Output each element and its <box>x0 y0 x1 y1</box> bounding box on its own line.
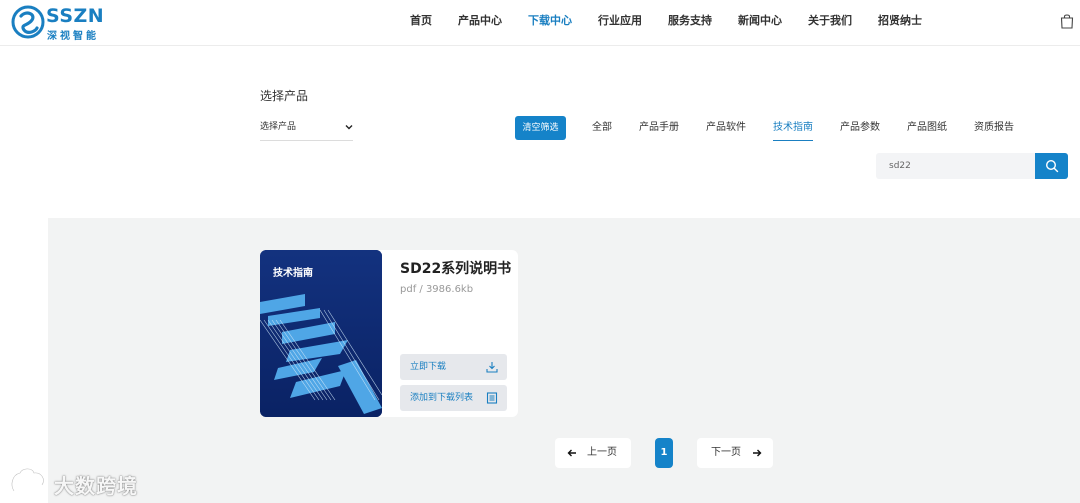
next-page-label: 下一页 <box>711 447 741 458</box>
tab-technical-guide[interactable]: 技术指南 <box>773 117 813 141</box>
product-select-value: 选择产品 <box>260 122 297 132</box>
nav-item-news[interactable]: 新闻中心 <box>738 0 782 46</box>
clear-filter-button[interactable]: 清空筛选 <box>515 116 566 140</box>
tab-product-software[interactable]: 产品软件 <box>706 117 746 141</box>
search-icon <box>1045 159 1059 173</box>
nav-item-careers[interactable]: 招贤纳士 <box>878 0 922 46</box>
category-tabs: 全部 产品手册 产品软件 技术指南 产品参数 产品图纸 资质报告 <box>592 117 1041 141</box>
product-select[interactable]: 选择产品 <box>260 116 353 141</box>
next-page-button[interactable]: 下一页 <box>697 438 773 468</box>
watermark-logo-icon <box>10 467 45 492</box>
tab-product-params[interactable]: 产品参数 <box>840 117 880 141</box>
download-now-label: 立即下载 <box>410 362 447 372</box>
brand-logo[interactable]: SSZN 深视智能 <box>10 4 110 42</box>
shopping-bag-icon[interactable] <box>1060 13 1074 29</box>
nav-item-industry[interactable]: 行业应用 <box>598 0 642 46</box>
search-button[interactable] <box>1035 153 1068 179</box>
brand-subtitle: 深视智能 <box>47 31 99 42</box>
prev-page-button[interactable]: 上一页 <box>555 438 631 468</box>
nav-item-about[interactable]: 关于我们 <box>808 0 852 46</box>
document-title[interactable]: SD22系列说明书 <box>400 258 511 278</box>
list-icon <box>486 392 498 404</box>
document-cover[interactable]: 技术指南 <box>260 250 382 417</box>
nav-item-downloads[interactable]: 下载中心 <box>528 0 572 46</box>
arrow-left-icon <box>567 449 576 457</box>
tab-product-manual[interactable]: 产品手册 <box>639 117 679 141</box>
brand-name: SSZN <box>46 5 105 27</box>
tab-all[interactable]: 全部 <box>592 117 612 141</box>
site-header: SSZN 深视智能 首页 产品中心 下载中心 行业应用 服务支持 新闻中心 关于… <box>0 0 1080 46</box>
arrow-right-icon <box>753 449 762 457</box>
watermark-text: 大数跨境 <box>54 474 138 498</box>
tab-qualification-reports[interactable]: 资质报告 <box>974 117 1014 141</box>
document-meta: pdf / 3986.6kb <box>400 284 474 295</box>
search-input[interactable]: sd22 <box>876 153 1036 179</box>
main-nav: 首页 产品中心 下载中心 行业应用 服务支持 新闻中心 关于我们 招贤纳士 <box>410 0 948 46</box>
download-icon <box>486 362 498 373</box>
document-card: 技术指南 SD22系列说明书 pdf / 3986.6kb 立即下载 添加到下载… <box>260 250 518 417</box>
nav-item-home[interactable]: 首页 <box>410 0 432 46</box>
nav-item-support[interactable]: 服务支持 <box>668 0 712 46</box>
download-now-button[interactable]: 立即下载 <box>400 354 507 380</box>
nav-item-products[interactable]: 产品中心 <box>458 0 502 46</box>
prev-page-label: 上一页 <box>587 447 617 458</box>
tab-product-drawings[interactable]: 产品图纸 <box>907 117 947 141</box>
brand-logo-icon <box>11 5 45 39</box>
product-select-title: 选择产品 <box>260 89 309 103</box>
cover-category-label: 技术指南 <box>273 268 313 279</box>
add-to-download-list-button[interactable]: 添加到下载列表 <box>400 385 507 411</box>
watermark: 大数跨境 <box>8 465 148 499</box>
page-number-current[interactable]: 1 <box>655 438 673 468</box>
add-to-list-label: 添加到下载列表 <box>410 393 474 403</box>
chevron-down-icon <box>345 125 353 130</box>
